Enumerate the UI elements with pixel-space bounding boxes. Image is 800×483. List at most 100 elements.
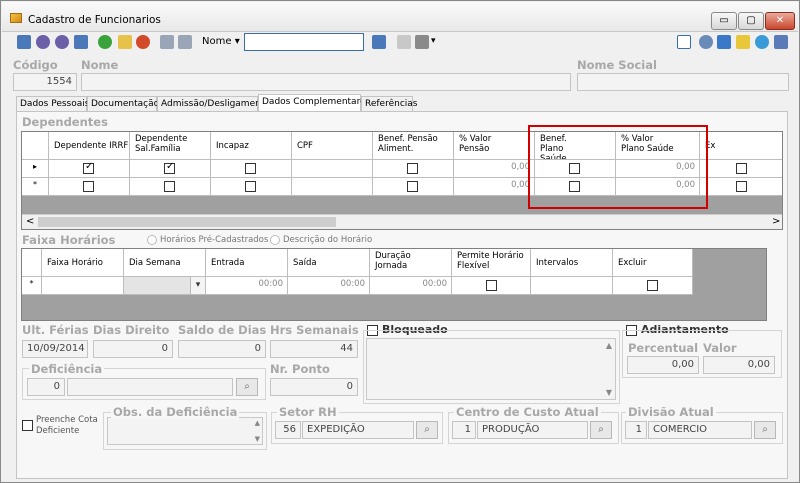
scroll-down-icon[interactable]: ▼ xyxy=(255,435,260,443)
divisao-lookup-icon[interactable]: ⌕ xyxy=(754,421,776,439)
incapaz-checkbox[interactable] xyxy=(245,181,256,192)
window-icon[interactable] xyxy=(677,35,691,49)
scroll-up-icon[interactable]: ▲ xyxy=(606,341,612,350)
cell-intervalos[interactable] xyxy=(531,277,613,295)
pensao-checkbox[interactable] xyxy=(407,163,418,174)
filter-icon[interactable] xyxy=(415,35,429,49)
filter-dropdown-icon[interactable]: ▾ xyxy=(431,36,436,46)
scroll-down-icon[interactable]: ▼ xyxy=(606,388,612,397)
save-icon[interactable] xyxy=(160,35,174,49)
cell-irrf[interactable] xyxy=(49,160,130,178)
pensao-checkbox[interactable] xyxy=(407,181,418,192)
ex-checkbox[interactable] xyxy=(736,181,747,192)
first-record-icon[interactable] xyxy=(17,35,31,49)
cell-flexivel[interactable] xyxy=(452,277,531,295)
cell-valor-pensao[interactable]: 0,00 xyxy=(454,178,535,196)
cell-entrada[interactable]: 00:00 xyxy=(206,277,288,295)
salfam-checkbox[interactable] xyxy=(164,181,175,192)
cell-incapaz[interactable] xyxy=(211,178,292,196)
cell-salfam[interactable] xyxy=(130,178,211,196)
chevron-down-icon[interactable]: ▾ xyxy=(190,277,205,294)
add-icon[interactable] xyxy=(98,35,112,49)
search-field-select[interactable]: Nome ▾ xyxy=(202,36,240,47)
codigo-field[interactable]: 1554 xyxy=(13,73,77,91)
cell-salfam[interactable] xyxy=(130,160,211,178)
last-record-icon[interactable] xyxy=(74,35,88,49)
scroll-up-icon[interactable]: ▲ xyxy=(255,419,260,427)
tab-documentacao[interactable]: Documentação xyxy=(87,96,159,112)
saldo-dias-field[interactable]: 0 xyxy=(178,340,266,358)
new-row-marker: * xyxy=(22,277,42,295)
cell-incapaz[interactable] xyxy=(211,160,292,178)
scroll-thumb[interactable] xyxy=(38,217,336,227)
close-button[interactable]: ✕ xyxy=(765,12,795,30)
cell-faixa[interactable] xyxy=(42,277,124,295)
preenche-cota-label: Preenche Cota Deficiente xyxy=(36,415,98,436)
nr-ponto-field[interactable]: 0 xyxy=(270,378,358,396)
cell-pensao[interactable] xyxy=(373,178,454,196)
deficiencia-desc-field[interactable] xyxy=(67,378,233,396)
cell-duracao[interactable]: 00:00 xyxy=(370,277,452,295)
delete-icon[interactable] xyxy=(136,35,150,49)
refresh-icon[interactable] xyxy=(717,35,731,49)
flexivel-checkbox[interactable] xyxy=(486,280,497,291)
centro-name-field[interactable]: PRODUÇÃO xyxy=(477,421,588,439)
ult-ferias-field[interactable]: 10/09/2014 xyxy=(22,340,88,358)
deficiencia-code-field[interactable]: 0 xyxy=(27,378,65,396)
centro-lookup-icon[interactable]: ⌕ xyxy=(590,421,612,439)
setor-code-field[interactable]: 56 xyxy=(275,421,301,439)
cell-pensao[interactable] xyxy=(373,160,454,178)
incapaz-checkbox[interactable] xyxy=(245,163,256,174)
bloqueado-textarea[interactable]: ▲ ▼ xyxy=(366,338,616,400)
tab-referencias[interactable]: Referências xyxy=(361,96,418,112)
prev-record-icon[interactable] xyxy=(36,35,50,49)
cell-irrf[interactable] xyxy=(49,178,130,196)
notes-icon[interactable] xyxy=(736,35,750,49)
radio-descricao[interactable] xyxy=(270,235,280,245)
cell-ex[interactable] xyxy=(700,160,782,178)
minimize-button[interactable]: ▭ xyxy=(711,12,737,30)
scroll-right-button[interactable]: > xyxy=(772,216,780,227)
centro-code-field[interactable]: 1 xyxy=(452,421,476,439)
tab-dados-pessoais[interactable]: Dados Pessoais xyxy=(16,96,89,112)
nome-social-field[interactable] xyxy=(577,73,789,91)
radio-pre-cadastrados[interactable] xyxy=(147,235,157,245)
setor-lookup-icon[interactable]: ⌕ xyxy=(416,421,438,439)
cell-saida[interactable]: 00:00 xyxy=(288,277,370,295)
cell-cpf[interactable] xyxy=(292,160,373,178)
cell-ex[interactable] xyxy=(700,178,782,196)
cell-excluir[interactable] xyxy=(613,277,693,295)
cell-cpf[interactable] xyxy=(292,178,373,196)
cell-dia-semana-select[interactable]: ▾ xyxy=(124,277,206,295)
salfam-checkbox[interactable] xyxy=(164,161,175,174)
horizontal-scrollbar[interactable]: < > xyxy=(22,214,782,229)
irrf-checkbox[interactable] xyxy=(83,161,94,174)
deficiencia-lookup-icon[interactable]: ⌕ xyxy=(236,378,258,396)
report-icon[interactable] xyxy=(397,35,411,49)
undo-icon[interactable] xyxy=(178,35,192,49)
setor-name-field[interactable]: EXPEDIÇÃO xyxy=(302,421,414,439)
irrf-checkbox[interactable] xyxy=(83,181,94,192)
hrs-semanais-field[interactable]: 44 xyxy=(270,340,358,358)
valor-field[interactable]: 0,00 xyxy=(703,356,775,374)
divisao-code-field[interactable]: 1 xyxy=(625,421,647,439)
obs-deficiencia-textarea[interactable]: ▲ ▼ xyxy=(107,417,263,445)
settings-icon[interactable] xyxy=(699,35,713,49)
tab-admissao[interactable]: Admissão/Desligamento xyxy=(157,96,270,112)
edit-icon[interactable] xyxy=(118,35,132,49)
next-record-icon[interactable] xyxy=(55,35,69,49)
help-icon[interactable] xyxy=(755,35,769,49)
exit-icon[interactable] xyxy=(774,35,788,49)
search-input[interactable] xyxy=(244,33,364,51)
scroll-left-button[interactable]: < xyxy=(26,216,34,227)
cell-valor-pensao[interactable]: 0,00 xyxy=(454,160,535,178)
dias-direito-field[interactable]: 0 xyxy=(93,340,173,358)
preenche-cota-checkbox[interactable] xyxy=(22,420,33,431)
divisao-name-field[interactable]: COMERCIO xyxy=(648,421,752,439)
maximize-button[interactable]: ▢ xyxy=(738,12,764,30)
search-icon[interactable] xyxy=(372,35,386,49)
nome-field[interactable] xyxy=(81,73,571,91)
ex-checkbox[interactable] xyxy=(736,163,747,174)
percentual-field[interactable]: 0,00 xyxy=(627,356,699,374)
excluir-checkbox[interactable] xyxy=(647,280,658,291)
